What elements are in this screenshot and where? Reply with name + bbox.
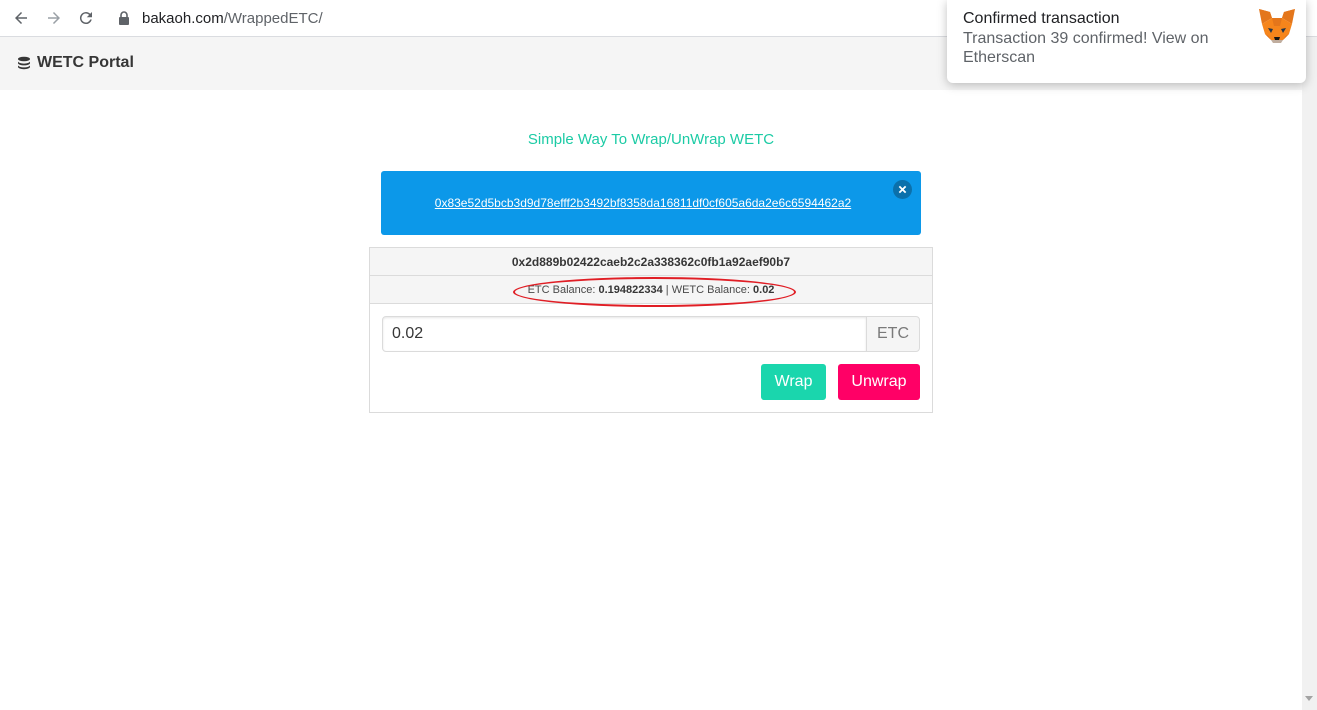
metamask-fox-icon xyxy=(1259,9,1295,43)
transaction-hash-link[interactable]: 0x83e52d5bcb3d9d78efff2b3492bf8358da1681… xyxy=(381,196,905,210)
forward-button[interactable] xyxy=(42,6,66,30)
transaction-notification: 0x83e52d5bcb3d9d78efff2b3492bf8358da1681… xyxy=(381,171,921,235)
arrow-right-icon xyxy=(48,12,60,24)
wrap-button[interactable]: Wrap xyxy=(761,364,826,400)
amount-unit-addon: ETC xyxy=(866,316,920,352)
url-domain: bakaoh.com xyxy=(142,9,224,27)
notification-title: Confirmed transaction xyxy=(963,10,1120,27)
reload-icon xyxy=(79,12,92,25)
url-text: bakaoh.com/WrappedETC/ xyxy=(142,10,323,27)
brand-link[interactable]: WETC Portal xyxy=(16,54,134,72)
url-path: /WrappedETC/ xyxy=(223,9,323,27)
wallet-panel: 0x2d889b02422caeb2c2a338362c0fb1a92aef90… xyxy=(369,247,933,413)
coins-icon xyxy=(18,56,30,70)
page-headline: Simple Way To Wrap/UnWrap WETC xyxy=(527,131,775,148)
amount-input[interactable] xyxy=(382,316,867,352)
metamask-notification[interactable]: Confirmed transaction Transaction 39 con… xyxy=(947,0,1306,83)
lock-icon xyxy=(119,11,129,25)
unwrap-button[interactable]: Unwrap xyxy=(838,364,920,400)
page-scrollbar[interactable] xyxy=(1302,37,1317,710)
highlight-ellipse xyxy=(513,277,796,307)
balance-row: ETC Balance: 0.194822334 | WETC Balance:… xyxy=(370,276,932,307)
notification-close-button[interactable] xyxy=(893,180,912,199)
account-address: 0x2d889b02422caeb2c2a338362c0fb1a92aef90… xyxy=(370,248,932,276)
notification-body: Transaction 39 confirmed! View on Ethers… xyxy=(963,30,1209,66)
address-bar[interactable]: bakaoh.com/WrappedETC/ xyxy=(118,8,323,28)
scroll-down-arrow-icon[interactable] xyxy=(1305,696,1313,701)
arrow-left-icon xyxy=(15,12,27,24)
brand-name: WETC Portal xyxy=(37,54,134,71)
back-button[interactable] xyxy=(9,6,33,30)
reload-button[interactable] xyxy=(74,6,98,30)
close-icon xyxy=(898,185,907,194)
